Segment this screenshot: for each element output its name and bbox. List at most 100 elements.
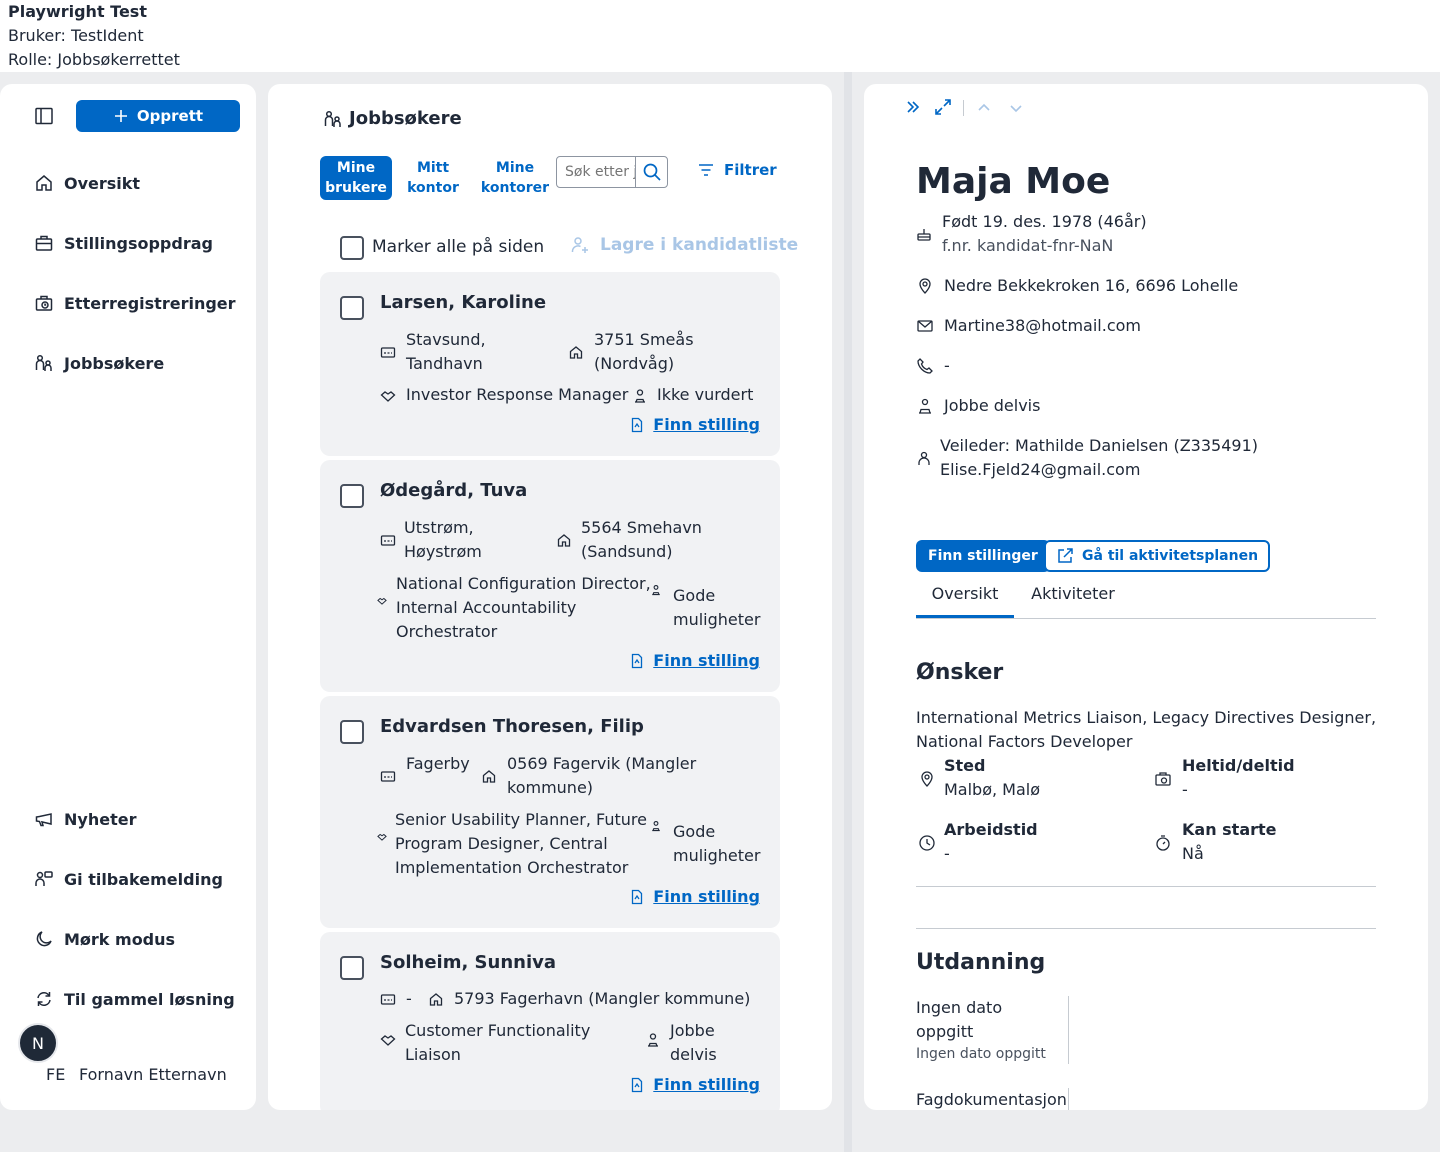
handshake-icon <box>380 1035 396 1046</box>
nav-item-jobbsokere[interactable]: Jobbsøkere <box>34 351 164 375</box>
list-header: Jobbsøkere <box>323 108 462 129</box>
candidate-checkbox[interactable] <box>340 484 364 508</box>
candidate-name[interactable]: Solheim, Sunniva <box>380 952 556 973</box>
candidate-status: Jobbe delvis <box>670 1021 717 1064</box>
select-all-label: Marker alle på siden <box>372 237 545 257</box>
tab-oversikt[interactable]: Oversikt <box>916 582 1014 618</box>
megaphone-icon <box>35 813 52 827</box>
section-divider <box>916 886 1376 887</box>
nav-label: Jobbsøkere <box>64 353 165 373</box>
house-icon <box>36 175 52 191</box>
tab-divider <box>916 618 1376 619</box>
find-job-label: Finn stilling <box>653 887 760 906</box>
tab-mine-brukere[interactable]: Mine brukere <box>320 156 392 200</box>
candidate-address: 0569 Fagervik (Mangler kommune) <box>507 754 697 797</box>
tab-aktiviteter[interactable]: Aktiviteter <box>1024 582 1122 618</box>
wishes-heading: Ønsker <box>916 660 1004 685</box>
filter-button[interactable]: Filtrer <box>696 160 777 180</box>
select-all-checkbox[interactable] <box>340 236 364 260</box>
veileder-email[interactable]: Elise.Fjeld24@gmail.com <box>940 458 1258 482</box>
person-status-icon <box>648 1033 658 1047</box>
nav-item-mork-modus[interactable]: Mørk modus <box>34 927 175 951</box>
candidate-status: Gode muligheter <box>673 822 761 865</box>
tab-mitt-kontor[interactable]: Mitt kontor <box>400 156 466 200</box>
email-text[interactable]: Martine38@hotmail.com <box>944 314 1141 338</box>
search-input[interactable] <box>557 157 637 187</box>
tab-mine-kontorer[interactable]: Mine kontorer <box>478 156 552 200</box>
location-card-icon <box>380 535 396 546</box>
status-row: Jobbe delvis <box>916 394 1040 418</box>
candidate-card[interactable]: Solheim, Sunniva - 5793 Fagerhavn (Mangl… <box>320 932 780 1110</box>
fulltime-field: Heltid/deltid - <box>1182 754 1295 802</box>
persons-icon <box>324 110 341 127</box>
candidate-address: 5793 Fagerhavn (Mangler kommune) <box>454 989 751 1008</box>
chevron-up-icon[interactable] <box>976 100 992 116</box>
tab-label: Aktiviteter <box>1031 584 1115 603</box>
candidate-card[interactable]: Larsen, Karoline Stavsund, Tandhavn 3751 … <box>320 272 780 456</box>
clock-icon <box>919 835 935 851</box>
collapse-panel-icon[interactable] <box>904 98 922 116</box>
envelope-icon <box>917 320 933 332</box>
briefcase-icon <box>35 235 53 251</box>
nav-label: Oversikt <box>64 173 141 193</box>
candidate-checkbox[interactable] <box>340 720 364 744</box>
location-pin-icon <box>919 278 931 294</box>
find-job-link[interactable]: Finn stilling <box>629 415 760 434</box>
sidebar-toggle-icon[interactable] <box>34 106 54 126</box>
candidate-checkbox[interactable] <box>340 296 364 320</box>
candidate-status: Ikke vurdert <box>657 385 754 404</box>
resize-handle[interactable] <box>844 72 852 1152</box>
fulltime-label: Heltid/deltid <box>1182 756 1295 775</box>
birth-date: Født 19. des. 1978 (46år) <box>942 212 1147 231</box>
activity-plan-button[interactable]: Gå til aktivitetsplanen <box>1044 540 1271 572</box>
feedback-icon <box>35 871 53 886</box>
tab-label: kontorer <box>480 180 550 196</box>
nav-item-gammel-losning[interactable]: Til gammel løsning <box>34 987 235 1011</box>
chevron-down-icon[interactable] <box>1008 100 1024 116</box>
nav-item-tilbakemelding[interactable]: Gi tilbakemelding <box>34 867 223 891</box>
education-date: Ingen dato oppgitt <box>916 998 1003 1041</box>
plus-icon <box>114 110 127 122</box>
test-user: Bruker: TestIdent <box>8 26 144 45</box>
fnr: f.nr. kandidat-fnr-NaN <box>942 236 1114 255</box>
find-job-label: Finn stilling <box>653 1075 760 1094</box>
tab-label: Mitt <box>416 160 450 176</box>
candidate-checkbox[interactable] <box>340 956 364 980</box>
find-job-label: Finn stilling <box>653 651 760 670</box>
candidate-name[interactable]: Ødegård, Tuva <box>380 480 527 501</box>
find-job-link[interactable]: Finn stilling <box>629 1075 760 1094</box>
find-job-link[interactable]: Finn stilling <box>629 887 760 906</box>
nav-item-etterregistreringer[interactable]: Etterregistreringer <box>34 291 236 315</box>
house-icon <box>569 346 583 359</box>
candidate-name-heading: Maja Moe <box>916 161 1111 202</box>
person-status-icon <box>919 398 931 414</box>
candidate-card[interactable]: Edvardsen Thoresen, Filip Fagerby 0569 F… <box>320 696 780 928</box>
nav-item-oversikt[interactable]: Oversikt <box>34 171 140 195</box>
save-to-list-button[interactable]: Lagre i kandidatliste <box>570 235 798 255</box>
candidate-location: Stavsund, Tandhavn <box>406 330 486 373</box>
education-heading: Utdanning <box>916 950 1046 975</box>
candidate-wish: Customer Functionality Liaison <box>405 1021 591 1064</box>
avatar-letter: N <box>32 1033 44 1053</box>
search-button[interactable] <box>635 157 667 187</box>
expand-icon[interactable] <box>934 98 952 116</box>
candidate-location: - <box>406 989 412 1008</box>
candidate-card[interactable]: Ødegård, Tuva Utstrøm, Høystrøm 5564 Smeh… <box>320 460 780 692</box>
candidate-wish: Investor Response Manager <box>406 385 629 404</box>
place-value: Malbø, Malø <box>944 780 1041 799</box>
avatar[interactable]: N <box>18 1023 58 1063</box>
tab-label: Oversikt <box>931 584 999 603</box>
nav-item-stillingsoppdrag[interactable]: Stillingsoppdrag <box>34 231 213 255</box>
house-icon <box>429 993 443 1006</box>
find-job-link[interactable]: Finn stilling <box>629 651 760 670</box>
start-field: Kan starte Nå <box>1182 818 1277 866</box>
candidate-name[interactable]: Edvardsen Thoresen, Filip <box>380 716 644 737</box>
candidate-address: 3751 Smeås (Nordvåg) <box>594 330 694 373</box>
email-row: Martine38@hotmail.com <box>916 314 1141 338</box>
candidate-name[interactable]: Larsen, Karoline <box>380 292 546 313</box>
find-jobs-button[interactable]: Finn stillinger <box>916 540 1050 572</box>
nav-item-nyheter[interactable]: Nyheter <box>34 807 136 831</box>
create-button[interactable]: Opprett <box>76 100 240 132</box>
handshake-icon <box>377 833 387 841</box>
sidebar: Opprett Oversikt Stillingsoppdrag Etterr… <box>0 84 256 1110</box>
